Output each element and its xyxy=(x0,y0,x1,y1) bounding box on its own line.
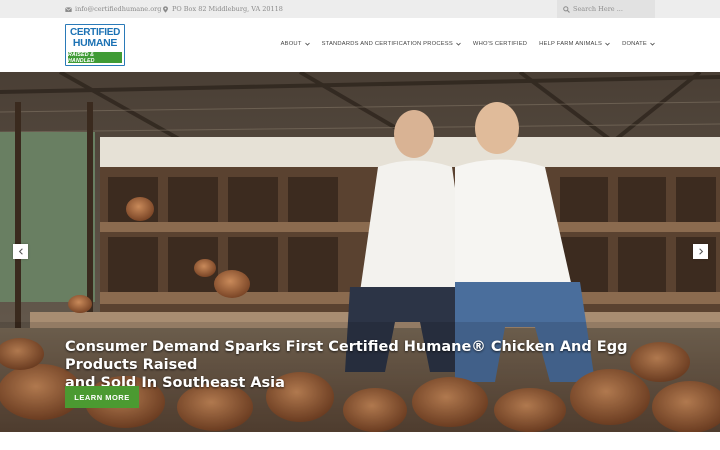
hero-headline-line-1: Consumer Demand Sparks First Certified H… xyxy=(65,339,628,373)
nav-item-label: DONATE xyxy=(622,41,647,47)
search-box[interactable] xyxy=(557,0,655,18)
content-area xyxy=(0,432,720,450)
hero-headline[interactable]: Consumer Demand Sparks First Certified H… xyxy=(65,338,665,392)
nav-item-about[interactable]: ABOUT xyxy=(281,41,310,47)
chevron-left-icon xyxy=(18,248,23,255)
contact-email[interactable]: info@certifiedhumane.org xyxy=(65,5,161,13)
nav-item-label: WHO'S CERTIFIED xyxy=(472,41,528,47)
search-icon[interactable] xyxy=(563,5,570,13)
chevron-down-icon xyxy=(650,42,655,46)
slider-next-button[interactable] xyxy=(693,244,708,259)
search-input[interactable] xyxy=(573,5,651,13)
hero-slider: Consumer Demand Sparks First Certified H… xyxy=(0,72,720,432)
learn-more-button[interactable]: LEARN MORE xyxy=(65,386,139,408)
chevron-down-icon xyxy=(456,42,461,46)
chevron-right-icon xyxy=(698,248,703,255)
envelope-icon xyxy=(65,6,72,12)
nav-item-donate[interactable]: DONATE xyxy=(622,41,655,47)
logo-line-2: HUMANE xyxy=(72,37,118,49)
email-text[interactable]: info@certifiedhumane.org xyxy=(75,5,161,13)
map-marker-icon xyxy=(163,5,168,13)
logo-tagline: RAISED & HANDLED xyxy=(68,52,122,64)
site-header: CERTIFIED HUMANE RAISED & HANDLED ABOUT … xyxy=(0,18,720,72)
address-text: PO Box 82 Middleburg, VA 20118 xyxy=(172,5,283,13)
nav-item-label: HELP FARM ANIMALS xyxy=(539,41,603,47)
nav-item-label: ABOUT xyxy=(280,41,302,47)
top-utility-bar: info@certifiedhumane.org PO Box 82 Middl… xyxy=(0,0,720,18)
main-navigation: ABOUT STANDARDS AND CERTIFICATION PROCES… xyxy=(281,41,655,47)
chevron-down-icon xyxy=(304,42,310,46)
nav-item-whos-certified[interactable]: WHO'S CERTIFIED xyxy=(473,41,527,47)
nav-item-help-farm-animals[interactable]: HELP FARM ANIMALS xyxy=(539,41,610,47)
nav-item-label: STANDARDS AND CERTIFICATION PROCESS xyxy=(321,41,453,47)
contact-address: PO Box 82 Middleburg, VA 20118 xyxy=(162,5,283,13)
nav-item-standards[interactable]: STANDARDS AND CERTIFICATION PROCESS xyxy=(322,41,461,47)
chevron-down-icon xyxy=(605,42,610,46)
certified-humane-logo[interactable]: CERTIFIED HUMANE RAISED & HANDLED xyxy=(65,24,125,66)
slider-prev-button[interactable] xyxy=(13,244,28,259)
